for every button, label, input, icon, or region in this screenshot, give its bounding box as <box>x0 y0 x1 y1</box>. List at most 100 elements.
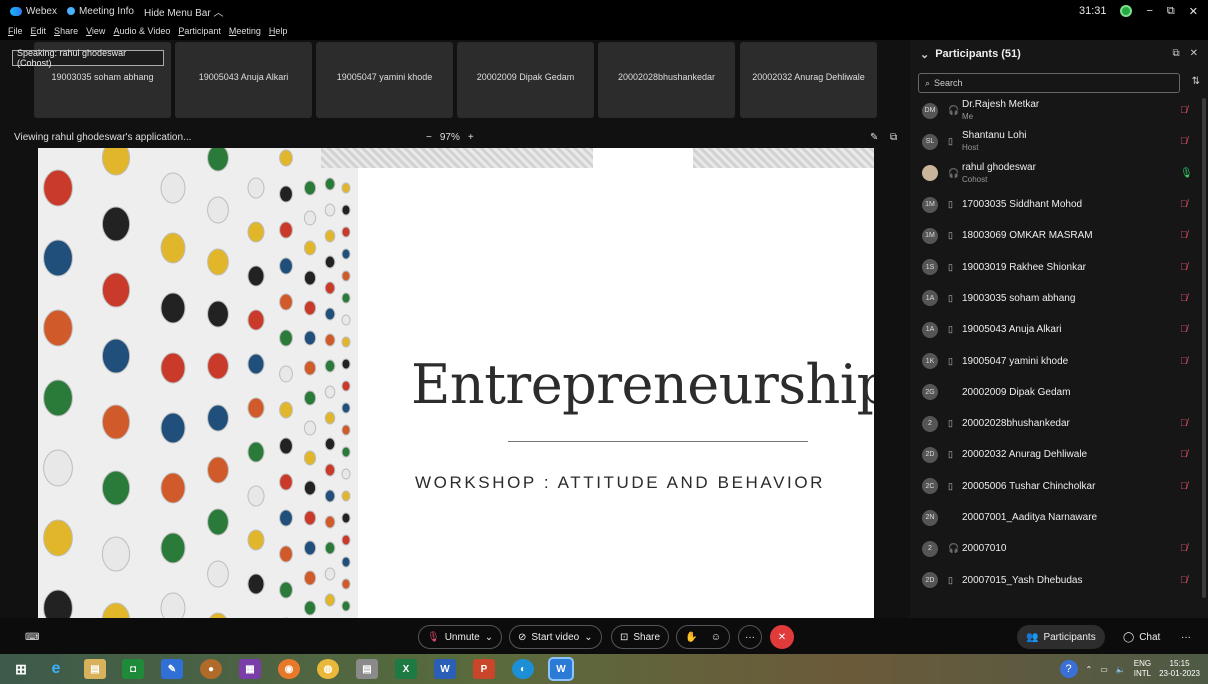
restore-button[interactable]: ⧉ <box>1167 5 1175 18</box>
annotate-icon[interactable]: ✎ <box>870 132 878 143</box>
webex-app-menu[interactable]: Webex <box>10 6 57 17</box>
connection-status-icon[interactable] <box>1120 5 1133 17</box>
participant-row[interactable]: SL ▯ Shantanu Lohi Host 🎙̸ <box>910 126 1200 157</box>
pen-app-icon[interactable]: ✎ <box>161 659 183 679</box>
minimize-button[interactable]: − <box>1146 5 1152 17</box>
clock[interactable]: 15:15 23-01-2023 <box>1159 659 1200 679</box>
windows-start-icon[interactable]: ⊞ <box>10 659 32 679</box>
firefox-icon[interactable]: ◉ <box>278 659 300 679</box>
menu-file[interactable]: File <box>8 26 23 36</box>
popout-panel-icon[interactable]: ⧉ <box>1172 48 1179 59</box>
mic-off-icon[interactable]: 🎙̸ <box>1180 575 1188 586</box>
edge-icon[interactable]: ◐ <box>512 659 534 679</box>
participant-row[interactable]: 2 🎧 20007010 🎙̸ <box>910 533 1200 564</box>
network-icon[interactable]: ▭ <box>1100 665 1108 674</box>
volume-icon[interactable]: 🔈 <box>1116 665 1126 674</box>
participant-row[interactable]: 🎧 rahul ghodeswar Cohost 🎙 <box>910 158 1200 189</box>
chevron-down-icon[interactable]: ⌄ <box>485 632 493 643</box>
mic-off-icon[interactable]: 🎙̸ <box>1180 199 1188 210</box>
mic-off-icon[interactable]: 🎙̸ <box>1180 324 1188 335</box>
participant-row[interactable]: 2N 20007001_Aaditya Narnaware <box>910 502 1200 533</box>
menu-view[interactable]: View <box>86 26 105 36</box>
sort-icon[interactable]: ⇅ <box>1192 76 1200 87</box>
chevron-down-icon[interactable]: ⌄ <box>584 632 592 643</box>
hide-menu-bar-button[interactable]: Hide Menu Bar ︿ <box>144 4 223 19</box>
reaction-icon[interactable]: ☺ <box>711 632 721 643</box>
participant-row[interactable]: 1A ▯ 19003035 soham abhang 🎙̸ <box>910 283 1200 314</box>
share-button[interactable]: ⊡ Share <box>611 625 670 649</box>
internet-explorer-icon[interactable]: e <box>45 659 67 679</box>
menu-audio-video[interactable]: Audio & Video <box>113 26 170 36</box>
menu-participant[interactable]: Participant <box>178 26 221 36</box>
video-thumbnail[interactable]: 19005043 Anuja Alkari <box>175 42 312 118</box>
paint-app-icon[interactable]: ▦ <box>239 659 261 679</box>
participant-row[interactable]: 2G 20002009 Dipak Gedam <box>910 377 1200 408</box>
hole-shape <box>279 329 293 347</box>
unmute-button[interactable]: 🎙 Unmute ⌄ <box>418 625 503 649</box>
chat-button[interactable]: ◯ Chat <box>1114 625 1169 649</box>
participant-row[interactable]: 2D ▯ 20002032 Anurag Dehliwale 🎙̸ <box>910 439 1200 470</box>
search-input[interactable]: ⌕ Search <box>918 73 1180 93</box>
participant-row[interactable]: 1M ▯ 18003069 OMKAR MASRAM 🎙̸ <box>910 220 1200 251</box>
menu-share[interactable]: Share <box>54 26 78 36</box>
video-thumbnail[interactable]: 20002028bhushankedar <box>598 42 735 118</box>
mic-off-icon[interactable]: 🎙̸ <box>1180 449 1188 460</box>
collapse-panel-icon[interactable]: ⌄ <box>920 48 929 61</box>
close-panel-icon[interactable]: ✕ <box>1190 48 1198 59</box>
video-thumbnail[interactable]: 20002032 Anurag Dehliwale <box>740 42 877 118</box>
chrome-icon[interactable]: ◍ <box>317 659 339 679</box>
captions-icon[interactable]: ⌨ <box>16 625 46 649</box>
participants-button[interactable]: 👥 Participants <box>1017 625 1105 649</box>
language-layout: INTL <box>1133 669 1152 678</box>
mic-off-icon[interactable]: 🎙̸ <box>1180 356 1188 367</box>
language-indicator[interactable]: ENG INTL <box>1134 659 1151 679</box>
participant-row[interactable]: 1M ▯ 17003035 Siddhant Mohod 🎙̸ <box>910 189 1200 220</box>
more-options-button[interactable]: ··· <box>738 625 762 649</box>
participant-row[interactable]: 2D ▯ 20007015_Yash Dhebudas 🎙̸ <box>910 564 1200 595</box>
hole-shape <box>101 148 131 176</box>
powerpoint-icon[interactable]: P <box>473 659 495 679</box>
notepad-icon[interactable]: ▤ <box>356 659 378 679</box>
participant-row[interactable]: 1K ▯ 19005047 yamini khode 🎙̸ <box>910 345 1200 376</box>
start-video-button[interactable]: ⊘ Start video ⌄ <box>509 625 602 649</box>
store-icon[interactable]: ◘ <box>122 659 144 679</box>
media-app-icon[interactable]: ● <box>200 659 222 679</box>
menu-edit[interactable]: Edit <box>31 26 47 36</box>
video-thumbnail[interactable]: 20002009 Dipak Gedam <box>457 42 594 118</box>
popout-icon[interactable]: ⧉ <box>890 132 897 143</box>
menu-help[interactable]: Help <box>269 26 288 36</box>
meeting-info-button[interactable]: Meeting Info <box>66 6 134 17</box>
menu-meeting[interactable]: Meeting <box>229 26 261 36</box>
mic-off-icon[interactable]: 🎙̸ <box>1180 136 1188 147</box>
participant-row[interactable]: DM 🎧 Dr.Rajesh Metkar Me 🎙̸ <box>910 95 1200 126</box>
mic-off-icon[interactable]: 🎙̸ <box>1180 418 1188 429</box>
word-icon[interactable]: W <box>434 659 456 679</box>
participant-row[interactable]: 2 ▯ 20002028bhushankedar 🎙̸ <box>910 408 1200 439</box>
raise-hand-icon[interactable]: ✋ <box>685 632 697 643</box>
participant-row[interactable]: 1S ▯ 19003019 Rakhee Shionkar 🎙̸ <box>910 251 1200 282</box>
leave-meeting-button[interactable]: ✕ <box>770 625 794 649</box>
zoom-in-button[interactable]: + <box>468 132 474 143</box>
mic-off-icon[interactable]: 🎙̸ <box>1180 293 1188 304</box>
mic-off-icon[interactable]: 🎙̸ <box>1180 262 1188 273</box>
hole-shape <box>341 182 351 194</box>
system-tray: ? ⌃ ▭ 🔈 ENG INTL 15:15 23-01-2023 <box>1059 654 1200 684</box>
mic-on-icon[interactable]: 🎙 <box>1180 168 1193 179</box>
mic-off-icon[interactable]: 🎙̸ <box>1180 543 1188 554</box>
excel-icon[interactable]: X <box>395 659 417 679</box>
close-window-button[interactable]: ✕ <box>1189 5 1198 18</box>
video-thumbnail[interactable]: 19005047 yamini khode <box>316 42 453 118</box>
file-explorer-icon[interactable]: ▤ <box>84 659 106 679</box>
mic-off-icon[interactable]: 🎙̸ <box>1180 481 1188 492</box>
zoom-out-button[interactable]: − <box>426 132 432 143</box>
mic-off-icon[interactable]: 🎙̸ <box>1180 105 1188 116</box>
help-icon[interactable]: ? <box>1059 660 1078 678</box>
more-panels-button[interactable]: ··· <box>1172 625 1200 649</box>
scrollbar[interactable] <box>1202 98 1206 598</box>
participant-row[interactable]: 2C ▯ 20005006 Tushar Chincholkar 🎙̸ <box>910 471 1200 502</box>
participant-row[interactable]: 1A ▯ 19005043 Anuja Alkari 🎙̸ <box>910 314 1200 345</box>
webex-taskbar-icon[interactable]: W <box>548 657 574 681</box>
tray-arrow-icon[interactable]: ⌃ <box>1086 665 1093 674</box>
mic-off-icon[interactable]: 🎙̸ <box>1180 230 1188 241</box>
hole-shape <box>341 556 351 568</box>
